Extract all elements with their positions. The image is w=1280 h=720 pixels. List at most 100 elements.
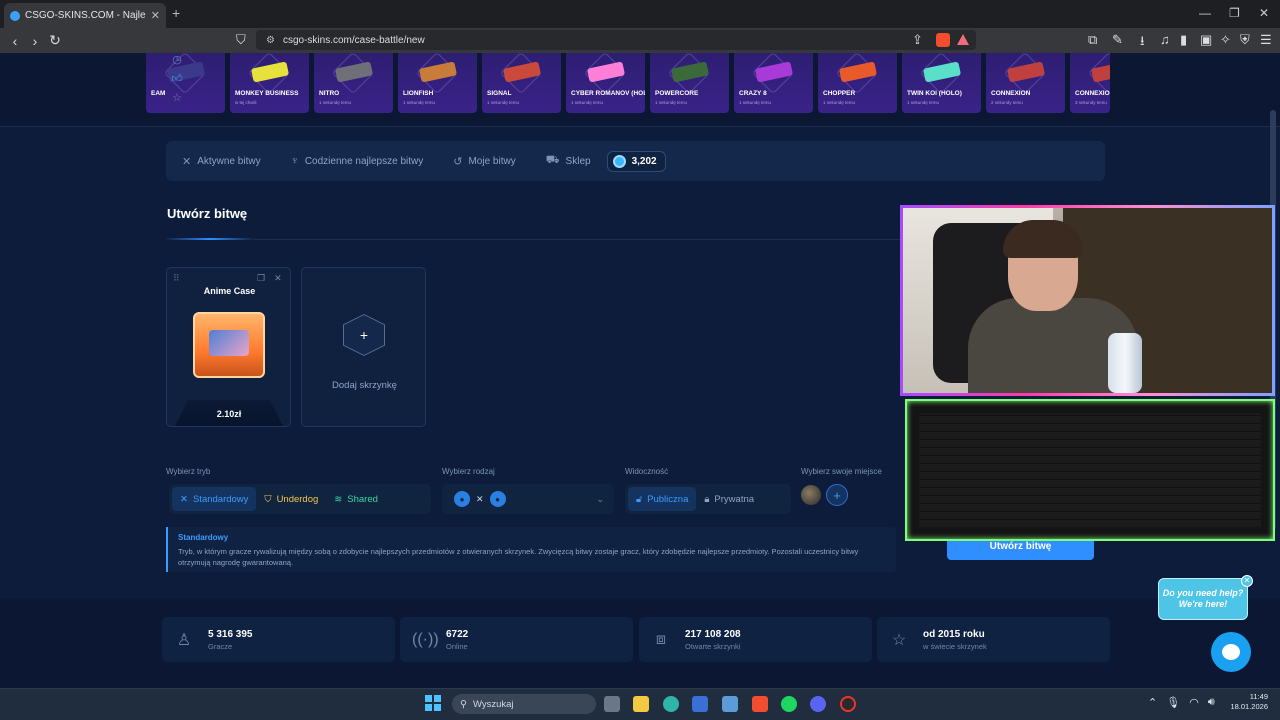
menu-active-battles[interactable]: ✕ Aktywne bitwy	[182, 155, 261, 168]
mode-label-text: Standardowy	[192, 493, 249, 505]
drop-item[interactable]: NITRO 1 sekundę temu	[314, 53, 393, 113]
user-icon: ♙	[176, 631, 192, 649]
type-dropdown[interactable]: ● ✕ ● ⌄	[442, 484, 614, 514]
vpn-icon[interactable]: ⛨	[1240, 32, 1250, 48]
taskbar-search[interactable]: ⚲ Wyszukaj	[452, 694, 596, 714]
microphone-icon[interactable]: 🎙︎	[1166, 696, 1180, 709]
back-icon[interactable]: ‹	[5, 33, 25, 49]
extensions-icon[interactable]: ⧉	[1088, 32, 1097, 48]
download-icon[interactable]: ⭳	[1140, 32, 1145, 54]
minimize-icon[interactable]: —	[1199, 6, 1211, 20]
drop-item[interactable]: MONKEY BUSINESS w tej chwili	[230, 53, 309, 113]
drop-name: MONKEY BUSINESS	[235, 90, 299, 97]
avatar[interactable]	[801, 485, 821, 505]
mode-underdog[interactable]: ⛉ Underdog	[256, 487, 326, 511]
clock-time: 11:49	[1249, 692, 1268, 701]
drop-name: EAM	[151, 90, 166, 97]
player-icon: ●	[489, 491, 506, 507]
player-icon: ●	[454, 491, 470, 507]
drop-name: CONNEXION	[991, 90, 1031, 97]
visibility-private[interactable]: 🔒︎ Prywatna	[696, 487, 762, 511]
thumbs-up-icon[interactable]: 👍︎	[171, 72, 183, 85]
address-bar[interactable]: ⚙ csgo-skins.com/case-battle/new	[256, 30, 976, 50]
maximize-icon[interactable]: ❐	[1229, 6, 1240, 20]
visibility-text: Prywatna	[714, 493, 755, 505]
duplicate-icon[interactable]: ❐	[257, 273, 265, 284]
site-settings-icon[interactable]: ⚙	[266, 35, 275, 46]
stat-since: ☆ od 2015 roku w świecie skrzynek	[877, 617, 1110, 662]
chevron-up-icon[interactable]: ⌃	[1148, 696, 1157, 709]
task-view-icon[interactable]	[604, 696, 620, 712]
brave-rewards-icon[interactable]	[957, 34, 969, 45]
browser-tab[interactable]: CSGO-SKINS.COM - Najlepsze S ✕	[4, 3, 166, 28]
add-seat-button[interactable]: +	[826, 484, 848, 506]
taskbar-clock[interactable]: 11:49 18.01.2026	[1222, 692, 1268, 712]
brave-shields-icon[interactable]	[936, 33, 950, 47]
add-case-button[interactable]: + Dodaj skrzynkę	[301, 267, 426, 427]
drop-item[interactable]: LIONFISH 1 sekundę temu	[398, 53, 477, 113]
reload-icon[interactable]: ↻	[45, 32, 65, 49]
shared-icon: ≋	[334, 493, 343, 505]
drag-handle-icon[interactable]: ⠿	[173, 273, 180, 284]
remove-icon[interactable]: ✕	[274, 273, 282, 284]
store-icon[interactable]	[692, 696, 708, 712]
menu-daily-best[interactable]: ♆ Codzienne najlepsze bitwy	[291, 155, 424, 167]
stat-label: w świecie skrzynek	[923, 641, 987, 651]
discord-icon[interactable]	[810, 696, 826, 712]
wifi-icon[interactable]: ◠	[1189, 696, 1199, 709]
visibility-public[interactable]: 🔓︎ Publiczna	[628, 487, 697, 511]
menu-icon[interactable]: ☰	[1260, 32, 1272, 48]
star-icon[interactable]: ☆	[172, 91, 182, 104]
puzzle-icon[interactable]: ✎	[1112, 32, 1123, 48]
close-help-icon[interactable]: ✕	[1241, 575, 1253, 587]
wallet-icon[interactable]: ▣	[1200, 32, 1212, 48]
new-tab-button[interactable]: +	[172, 5, 180, 21]
drop-item[interactable]: CYBER ROMANOV (HOLO) 1 sekundę temu	[566, 53, 645, 113]
volume-icon[interactable]: 🔊︎	[1208, 696, 1215, 709]
drop-item[interactable]: CRAZY 8 1 sekundę temu	[734, 53, 813, 113]
case-card[interactable]: ⠿ ❐ ✕ Anime Case 2.10zł	[166, 267, 291, 427]
bookmark-icon[interactable]: ⛉	[236, 32, 246, 48]
clock-icon[interactable]: ◷	[172, 53, 182, 66]
drop-item[interactable]: CONNEXION 2 sekundy temu	[986, 53, 1065, 113]
menu-my-battles[interactable]: ↺ Moje bitwy	[453, 155, 515, 168]
stat-value: od 2015 roku	[923, 628, 985, 640]
brave-taskbar-icon[interactable]	[752, 696, 768, 712]
drop-time: 3 sekundy temu	[1075, 100, 1107, 105]
search-placeholder: Wyszukaj	[472, 698, 514, 710]
edge-icon[interactable]	[663, 696, 679, 712]
obs-icon[interactable]	[840, 696, 856, 712]
stat-value: 217 108 208	[685, 628, 741, 640]
forward-icon[interactable]: ›	[25, 33, 45, 49]
share-icon[interactable]: ⇪	[912, 32, 923, 48]
sidebar-icon[interactable]: ▮	[1180, 32, 1187, 48]
drop-item[interactable]: CHOPPER 1 sekundę temu	[818, 53, 897, 113]
drop-item[interactable]: SIGNAL 1 sekundę temu	[482, 53, 561, 113]
windows-start-icon[interactable]	[425, 695, 441, 711]
case-image	[193, 312, 265, 378]
close-tab-icon[interactable]: ✕	[151, 9, 160, 22]
mode-shared[interactable]: ≋ Shared	[326, 487, 386, 511]
spotify-icon[interactable]	[781, 696, 797, 712]
shield-icon: ⛉	[264, 493, 272, 505]
drop-time: 1 sekundę temu	[571, 100, 604, 105]
clock-date: 18.01.2026	[1230, 702, 1268, 711]
drop-item[interactable]: CONNEXIO 3 sekundy temu	[1070, 53, 1110, 113]
visibility-selector: 🔓︎ Publiczna 🔒︎ Prywatna	[625, 484, 791, 514]
balance-badge[interactable]: 3,202	[606, 150, 666, 172]
mail-icon[interactable]	[722, 696, 738, 712]
chat-button[interactable]	[1211, 632, 1251, 672]
music-icon[interactable]: ♫	[1160, 32, 1170, 47]
title-underline	[166, 238, 254, 240]
drop-item[interactable]: POWERCORE 1 sekundę temu	[650, 53, 729, 113]
swords-icon: ✕	[182, 155, 192, 168]
file-explorer-icon[interactable]	[633, 696, 649, 712]
broadcast-icon: ((·))	[412, 630, 439, 648]
drop-item[interactable]: TWIN KOI (HOLO) 1 sekundę temu	[902, 53, 981, 113]
menu-shop[interactable]: ⛟ Sklep	[546, 154, 591, 168]
mode-standard[interactable]: ✕ Standardowy	[172, 487, 257, 511]
leo-ai-icon[interactable]: ✧	[1220, 32, 1231, 48]
brick-wall-pattern	[919, 413, 1261, 527]
close-window-icon[interactable]: ✕	[1259, 6, 1269, 20]
help-bubble[interactable]: Do you need help? We're here!	[1158, 578, 1248, 620]
